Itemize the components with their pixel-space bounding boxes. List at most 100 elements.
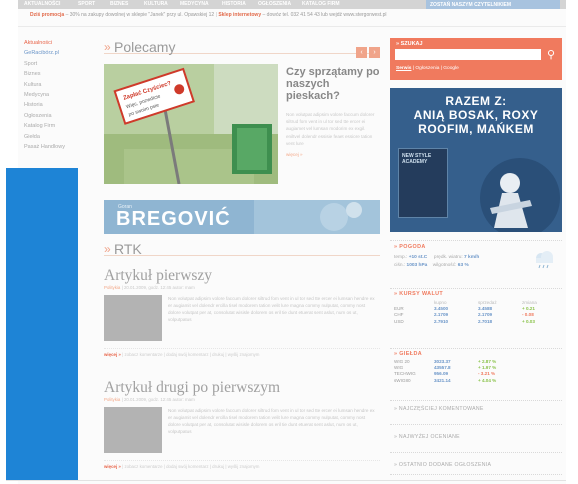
- advertisement-banner[interactable]: RAZEM Z: ANIĄ BOSAK, ROXY ROOFIM, MAŃKEM…: [390, 88, 562, 232]
- latest-ads-toggle[interactable]: » OSTATNIO DODANE OGŁOSZENIA: [394, 462, 566, 468]
- sidebar-item-sport[interactable]: Sport: [24, 59, 94, 69]
- send-to-friend-link[interactable]: | wyślij znajomym: [225, 352, 259, 357]
- ad-magazine-cover: NEW STYLE ACADEMY: [398, 148, 448, 218]
- weather-widget: » POGODA temp.: +10 st.C prędk. wiatru: …: [390, 240, 562, 280]
- featured-article: Zapłać Czyściec? Więc, pozwólcie po swoi…: [104, 64, 380, 196]
- most-commented-toggle[interactable]: » NAJCZĘŚCIEJ KOMENTOWANE: [394, 406, 566, 412]
- topnav-item-medycyna[interactable]: MEDYCYNA: [180, 1, 209, 7]
- article-date: | 20.01.2009, godz. 12:45 autor: mam: [121, 285, 195, 290]
- divider: [390, 288, 562, 289]
- featured-more-link[interactable]: więcej »: [286, 152, 380, 157]
- add-comment-link[interactable]: | dodaj swój komentarz: [164, 464, 209, 469]
- topnav-item-katalog[interactable]: KATALOG FIRM: [302, 1, 340, 7]
- article-links: więcej » | zobacz komentarze | dodaj swó…: [104, 460, 380, 469]
- article-body: Non volutpat adipsim volore faccum dolor…: [168, 296, 375, 322]
- divider: [390, 400, 562, 401]
- topnav-item-biznes[interactable]: BIZNES: [110, 1, 128, 7]
- promo-label-2: Sklep internetowy: [218, 12, 262, 18]
- top-navigation: AKTUALNOŚCI SPORT BIZNES KULTURA MEDYCYN…: [18, 0, 566, 9]
- promo-text[interactable]: – 30% na zakupy dowolnej w sklepie "Jane…: [66, 12, 215, 18]
- raquo-icon: »: [104, 242, 111, 256]
- raquo-icon: »: [104, 40, 111, 54]
- stocks-table: WIG 20 3023.37 + 2.87 % WIG 43557.8 + 1.97 %…: [394, 359, 560, 384]
- promo-label: Dziś promocja: [30, 12, 65, 18]
- sidebar-item-kultura[interactable]: Kultura: [24, 80, 94, 90]
- carousel-prev-button[interactable]: ‹: [356, 47, 367, 58]
- weather-title[interactable]: » POGODA: [394, 244, 426, 250]
- search-scope-other[interactable]: | Ogłoszenia | Google: [413, 66, 459, 71]
- left-menu: Aktualności GeRacibórz.pl Sport Biznes Kultu…: [24, 38, 94, 152]
- article-author[interactable]: Politykia: [104, 285, 120, 290]
- stock-widget: » GIEŁDA WIG 20 3023.37 + 2.87 % WIG 43557.…: [390, 348, 562, 402]
- article-2: Artykuł drugi po pierwszym Politykia | 2…: [104, 380, 380, 469]
- divider: [390, 474, 562, 475]
- featured-photo[interactable]: Zapłać Czyściec? Więc, pozwólcie po swoi…: [104, 64, 278, 184]
- divider: [390, 452, 562, 453]
- article-title[interactable]: Artykuł pierwszy: [104, 268, 380, 284]
- cloud-rain-icon: [536, 251, 553, 269]
- sidebar-item-pasaż-handlowy[interactable]: Pasaż Handlowy: [24, 142, 94, 152]
- featured-title[interactable]: Czy sprzątamy po naszych pieskach?: [286, 66, 380, 102]
- polecamy-header: » Polecamy ‹ ›: [104, 40, 380, 58]
- currency-table: kupno sprzedaż zmiana EUR 3.4500 3.4588 + 0…: [394, 300, 560, 325]
- search-scopes: Serwis | Ogłoszenia | Google: [396, 66, 459, 71]
- search-input[interactable]: [395, 49, 541, 60]
- sidebar-item-medycyna[interactable]: Medycyna: [24, 90, 94, 100]
- top-rated-toggle[interactable]: » NAJWYŻEJ OCENIANE: [394, 434, 566, 440]
- sidebar-item-aktualności[interactable]: Aktualności: [24, 38, 94, 48]
- article-author[interactable]: Politykia: [104, 397, 120, 402]
- sidebar-item-giełda[interactable]: Giełda: [24, 132, 94, 142]
- article-meta: Politykia | 20.01.2009, godz. 12:45 auto…: [104, 397, 380, 402]
- sidebar-item-ogłoszenia[interactable]: Ogłoszenia: [24, 111, 94, 121]
- search-widget: » SZUKAJ ⚲ Serwis | Ogłoszenia | Google: [390, 38, 562, 80]
- print-link[interactable]: | drukuj: [210, 352, 224, 357]
- carousel-arrows: ‹ ›: [354, 41, 380, 59]
- weather-row-1: temp.: +10 st.C prędk. wiatru: 7 km/h: [394, 255, 480, 260]
- send-to-friend-link[interactable]: | wyślij znajomym: [225, 464, 259, 469]
- sidebar-item-biznes[interactable]: Biznes: [24, 69, 94, 79]
- carousel-next-button[interactable]: ›: [369, 47, 380, 58]
- currency-title[interactable]: » KURSY WALUT: [394, 291, 443, 297]
- table-row: USD 2.7910 2.7018 + 0.03: [394, 318, 535, 324]
- ad-headline-2: ANIĄ BOSAK, ROXY: [413, 108, 539, 122]
- search-title: » SZUKAJ: [396, 41, 423, 47]
- ad-headline-1: RAZEM Z:: [445, 94, 507, 108]
- print-link[interactable]: | drukuj: [210, 464, 224, 469]
- article-date: | 20.01.2009, godz. 12:45 autor: mam: [121, 397, 195, 402]
- search-scope-serwis[interactable]: Serwis: [396, 66, 411, 71]
- blue-overlay-block: [6, 168, 78, 480]
- article-links: więcej » | zobacz komentarze | dodaj swó…: [104, 348, 380, 357]
- read-more-link[interactable]: więcej »: [104, 352, 121, 357]
- topnav-item-historia[interactable]: HISTORIA: [222, 1, 246, 7]
- add-comment-link[interactable]: | dodaj swój komentarz: [164, 352, 209, 357]
- featured-photo-image: Zapłać Czyściec? Więc, pozwólcie po swoi…: [104, 64, 278, 184]
- view-comments-link[interactable]: | zobacz komentarze: [122, 464, 162, 469]
- search-icon[interactable]: ⚲: [544, 48, 558, 62]
- banner-title: BREGOVIĆ: [116, 208, 231, 230]
- bregovic-banner[interactable]: Goran BREGOVIĆ: [104, 200, 380, 234]
- topnav-item-ogloszenia[interactable]: OGŁOSZENIA: [258, 1, 291, 7]
- main-column: » Polecamy ‹ › Zapłać Czyściec? Więc, po…: [104, 40, 380, 469]
- topnav-item-aktualnosci[interactable]: AKTUALNOŚCI: [24, 1, 60, 7]
- promo-text-2[interactable]: – dowóz tel. 032 41 54 43 lub wejdź www.…: [263, 12, 387, 18]
- view-comments-link[interactable]: | zobacz komentarze: [122, 352, 162, 357]
- article-thumbnail[interactable]: [104, 407, 162, 453]
- topnav-item-sport[interactable]: SPORT: [78, 1, 95, 7]
- sidebar-item-geracibórz-pl[interactable]: GeRacibórz.pl: [24, 48, 94, 58]
- read-more-link[interactable]: więcej »: [104, 464, 121, 469]
- weather-row-2: ciśn.: 1003 hPa wilgotność: 63 %: [394, 263, 469, 268]
- stocks-title[interactable]: » GIEŁDA: [394, 351, 422, 357]
- currency-widget: » KURSY WALUT kupno sprzedaż zmiana EUR 3…: [390, 288, 562, 340]
- topnav-item-kultura[interactable]: KULTURA: [144, 1, 168, 7]
- ad-headline-3: ROOFIM, MAŃKEM: [418, 122, 534, 136]
- divider: [390, 348, 562, 349]
- ad-magazine-title: NEW STYLE ACADEMY: [402, 153, 432, 165]
- sidebar-item-historia[interactable]: Historia: [24, 100, 94, 110]
- page-frame: AKTUALNOŚCI SPORT BIZNES KULTURA MEDYCYN…: [18, 0, 566, 484]
- sidebar-item-katalog-firm[interactable]: Katalog Firm: [24, 121, 94, 131]
- divider: [18, 26, 566, 27]
- rtk-header: » RTK: [104, 242, 380, 256]
- subscribe-button[interactable]: ZOSTAŃ NASZYM CZYTELNIKIEM: [426, 0, 560, 9]
- article-thumbnail[interactable]: [104, 295, 162, 341]
- article-title[interactable]: Artykuł drugi po pierwszym: [104, 380, 380, 396]
